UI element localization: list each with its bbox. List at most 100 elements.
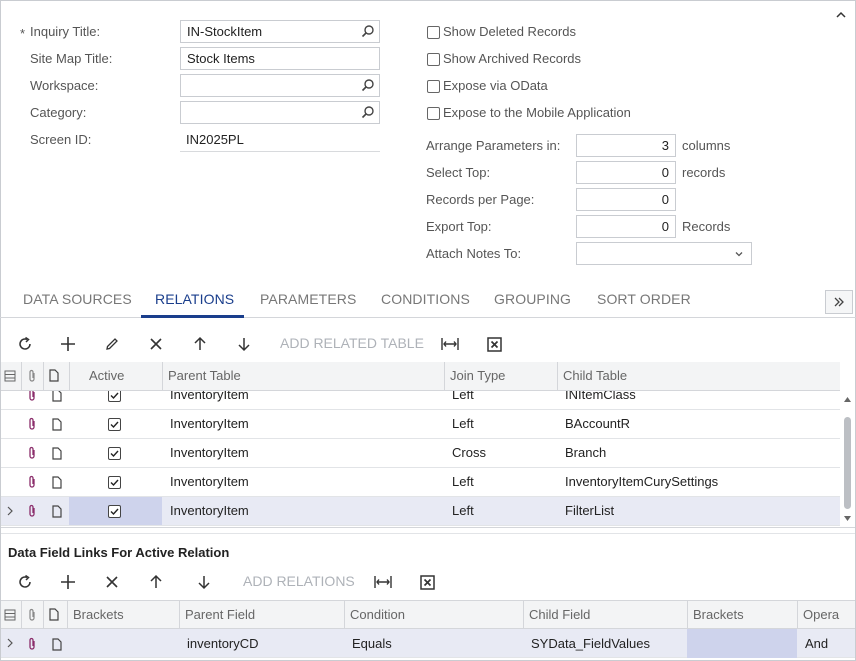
delete-button[interactable] [145, 333, 167, 355]
links-table-row-selected[interactable]: inventoryCD Equals SYData_FieldValues An… [1, 629, 855, 658]
column-header-parent-table[interactable]: Parent Table [162, 362, 444, 390]
active-checkbox-checked[interactable] [108, 447, 121, 460]
grid-settings-cell[interactable] [1, 362, 21, 390]
note-icon[interactable] [52, 391, 62, 402]
tab-conditions[interactable]: CONDITIONS [381, 291, 470, 307]
parent-table-cell: InventoryItem [170, 391, 249, 402]
condition-cell[interactable]: Equals [344, 630, 392, 658]
inquiry-title-value: IN-StockItem [187, 24, 263, 39]
column-header-active[interactable]: Active [69, 362, 162, 390]
active-checkbox-checked[interactable] [108, 391, 121, 402]
search-icon[interactable] [361, 24, 375, 38]
add-row-button[interactable] [57, 333, 79, 355]
paperclip-icon[interactable] [27, 417, 37, 431]
arrow-down-icon [198, 576, 210, 590]
column-header-condition[interactable]: Condition [344, 601, 523, 629]
edit-button[interactable] [101, 333, 123, 355]
attach-notes-label: Attach Notes To: [426, 246, 522, 261]
add-relations-button[interactable]: ADD RELATIONS [243, 573, 355, 589]
fit-columns-button[interactable] [439, 333, 461, 355]
expose-odata-checkbox[interactable] [427, 80, 440, 93]
records-per-page-input[interactable]: 0 [576, 188, 676, 211]
relations-grid-scrollbar[interactable] [841, 391, 854, 527]
active-cell-selected[interactable] [69, 497, 162, 525]
paperclip-icon[interactable] [27, 391, 37, 402]
note-icon[interactable] [52, 418, 62, 431]
move-down-button[interactable] [233, 333, 255, 355]
active-checkbox-checked[interactable] [108, 476, 121, 489]
tab-sort-order[interactable]: SORT ORDER [597, 291, 691, 307]
links-export-excel-button[interactable] [416, 571, 438, 593]
paperclip-icon[interactable] [27, 475, 37, 489]
tab-parameters[interactable]: PARAMETERS [260, 291, 356, 307]
links-refresh-button[interactable] [14, 571, 36, 593]
table-row[interactable]: InventoryItem Left INItemClass [1, 391, 840, 410]
grid-settings-icon [4, 370, 16, 382]
paperclip-icon[interactable] [27, 637, 37, 651]
active-tab-indicator [141, 315, 244, 318]
table-row[interactable]: InventoryItem Cross Branch [1, 439, 840, 468]
note-icon[interactable] [52, 505, 62, 518]
select-top-input[interactable]: 0 [576, 161, 676, 184]
tab-data-sources[interactable]: DATA SOURCES [23, 291, 132, 307]
grid-settings-cell[interactable] [1, 601, 21, 629]
table-row-selected[interactable]: InventoryItem Left FilterList [1, 497, 840, 526]
child-field-cell[interactable]: SYData_FieldValues [523, 630, 650, 658]
header-notes-cell [43, 362, 69, 390]
column-header-brackets-2[interactable]: Brackets [687, 601, 797, 629]
refresh-button[interactable] [14, 333, 36, 355]
links-add-row-button[interactable] [57, 571, 79, 593]
collapse-chevron-up-icon[interactable] [834, 8, 848, 22]
column-header-brackets[interactable]: Brackets [67, 601, 179, 629]
export-excel-button[interactable] [483, 333, 505, 355]
column-header-operator[interactable]: Opera [797, 601, 855, 629]
category-input[interactable] [180, 101, 380, 124]
operator-cell[interactable]: And [797, 630, 828, 658]
paperclip-icon[interactable] [27, 504, 37, 518]
table-row[interactable]: InventoryItem Left InventoryItemCurySett… [1, 468, 840, 497]
attach-notes-select[interactable] [576, 242, 752, 265]
note-icon[interactable] [52, 638, 62, 651]
scroll-up-arrow-icon[interactable] [843, 395, 852, 403]
tabs-overflow-button[interactable] [825, 290, 853, 314]
expose-mobile-checkbox[interactable] [427, 107, 440, 120]
move-up-button[interactable] [189, 333, 211, 355]
scrollbar-thumb[interactable] [844, 417, 851, 509]
inquiry-title-input[interactable]: IN-StockItem [180, 20, 380, 43]
links-move-down-button[interactable] [193, 571, 215, 593]
column-header-join-type[interactable]: Join Type [444, 362, 557, 390]
links-move-up-button[interactable] [145, 571, 167, 593]
plus-icon [61, 337, 75, 351]
join-type-cell: Left [452, 474, 474, 489]
column-header-child-field[interactable]: Child Field [523, 601, 687, 629]
grid-settings-icon [4, 609, 16, 621]
paperclip-icon[interactable] [27, 446, 37, 460]
links-delete-button[interactable] [101, 571, 123, 593]
site-map-title-input[interactable]: Stock Items [180, 47, 380, 70]
note-icon[interactable] [52, 447, 62, 460]
show-deleted-checkbox[interactable] [427, 26, 440, 39]
parent-field-cell[interactable]: inventoryCD [179, 630, 259, 658]
add-related-table-button[interactable]: ADD RELATED TABLE [280, 335, 424, 351]
column-header-child-table[interactable]: Child Table [557, 362, 840, 390]
search-icon[interactable] [361, 105, 375, 119]
export-top-input[interactable]: 0 [576, 215, 676, 238]
active-checkbox-checked[interactable] [108, 418, 121, 431]
required-asterisk: * [20, 26, 26, 41]
scroll-down-arrow-icon[interactable] [843, 515, 852, 523]
workspace-input[interactable] [180, 74, 380, 97]
arrow-up-icon [150, 574, 162, 588]
paperclip-icon [29, 608, 35, 621]
show-archived-checkbox[interactable] [427, 53, 440, 66]
links-fit-columns-button[interactable] [372, 571, 394, 593]
brackets-2-cell-selected[interactable] [687, 629, 797, 658]
tab-grouping[interactable]: GROUPING [494, 291, 571, 307]
search-icon[interactable] [361, 78, 375, 92]
plus-icon [61, 575, 75, 589]
arrange-parameters-input[interactable]: 3 [576, 134, 676, 157]
note-icon[interactable] [52, 476, 62, 489]
brackets-cell[interactable] [67, 630, 75, 658]
table-row[interactable]: InventoryItem Left BAccountR [1, 410, 840, 439]
tab-relations[interactable]: RELATIONS [155, 291, 234, 307]
column-header-parent-field[interactable]: Parent Field [179, 601, 344, 629]
